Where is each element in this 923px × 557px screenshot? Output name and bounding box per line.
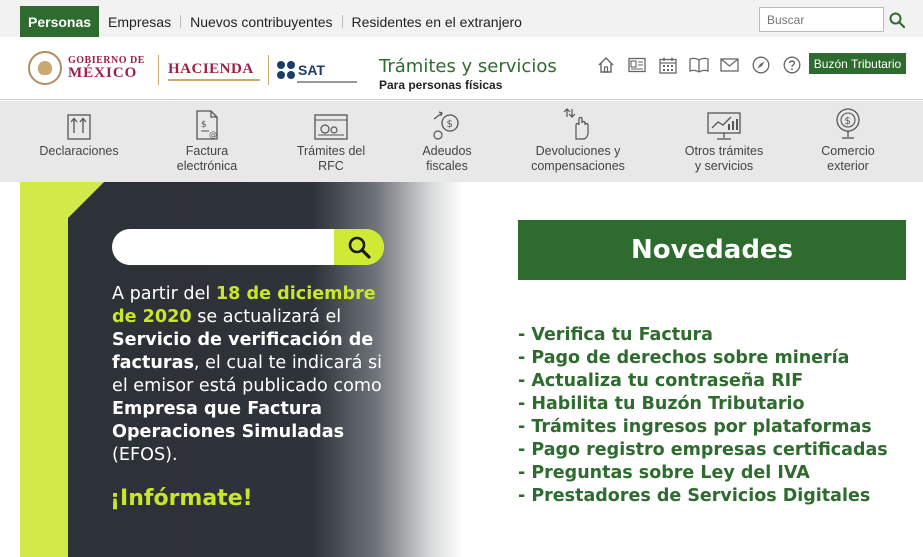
- svg-text:@: @: [209, 130, 217, 139]
- hacienda-underline: [168, 79, 260, 81]
- page-subtitle: Para personas físicas: [379, 78, 503, 92]
- hacienda-logo[interactable]: HACIENDA: [168, 61, 254, 78]
- rfc-icon: [314, 114, 348, 140]
- novedades-link[interactable]: - Pago registro empresas certificadas: [518, 439, 888, 462]
- page-title: Trámites y servicios: [379, 56, 557, 77]
- compass-icon[interactable]: [745, 54, 776, 76]
- banner-efos-name: Empresa que Factura Operaciones Simulada…: [112, 399, 345, 442]
- site-header: GOBIERNO DE MÉXICO HACIENDA SAT Trámites…: [0, 37, 923, 100]
- svg-text:$: $: [845, 116, 851, 127]
- search-icon: [348, 236, 371, 259]
- category-adeudos-fiscales[interactable]: $ Adeudos fiscales: [382, 101, 512, 182]
- category-nav: Declaraciones $ @ Factura electrónica Trá…: [0, 101, 923, 182]
- help-icon[interactable]: [776, 54, 807, 76]
- svg-text:$: $: [447, 119, 453, 130]
- category-declaraciones[interactable]: Declaraciones: [14, 101, 144, 182]
- novedades-link[interactable]: - Preguntas sobre Ley del IVA: [518, 462, 888, 485]
- nav-personas[interactable]: Personas: [20, 6, 100, 37]
- banner-accent-bar: [20, 182, 68, 557]
- nav-residentes-extranjero[interactable]: Residentes en el extranjero: [343, 6, 531, 37]
- declaraciones-icon: [67, 114, 91, 140]
- adeudos-icon: $: [433, 111, 459, 140]
- category-label: Trámites del RFC: [296, 144, 366, 173]
- buzon-tributario-button[interactable]: Buzón Tributario: [809, 53, 906, 74]
- novedades-link[interactable]: - Prestadores de Servicios Digitales: [518, 485, 888, 508]
- category-label: Factura electrónica: [176, 144, 238, 173]
- search-button[interactable]: [884, 7, 910, 32]
- escudo-icon: [28, 51, 62, 85]
- gob-line1: GOBIERNO DE: [68, 54, 145, 66]
- category-comercio-exterior[interactable]: $ Comercio exterior: [783, 101, 913, 182]
- logo-divider: [158, 55, 159, 85]
- audience-nav: Personas Empresas Nuevos contribuyentes …: [20, 6, 531, 37]
- gob-line2: MÉXICO: [68, 64, 138, 81]
- factura-icon: $@: [196, 110, 218, 140]
- sat-logo[interactable]: SAT: [277, 61, 325, 79]
- nav-empresas[interactable]: Empresas: [99, 6, 180, 37]
- novedades-link[interactable]: - Pago de derechos sobre minería: [518, 347, 888, 370]
- novedades-heading: Novedades: [518, 220, 906, 280]
- banner-cta-link[interactable]: ¡Infórmate!: [110, 486, 253, 511]
- search-input[interactable]: [759, 7, 884, 32]
- mail-icon[interactable]: [714, 54, 745, 76]
- svg-text:$: $: [201, 120, 207, 130]
- novedades-link[interactable]: - Habilita tu Buzón Tributario: [518, 393, 888, 416]
- category-label: Comercio exterior: [821, 144, 875, 173]
- search-icon: [889, 12, 905, 28]
- sat-dots-icon: [277, 61, 295, 79]
- comercio-exterior-icon: $: [836, 108, 860, 139]
- sat-wordmark: SAT: [298, 62, 325, 78]
- category-label: Declaraciones: [39, 144, 119, 158]
- novedades-link[interactable]: - Trámites ingresos por plataformas: [518, 416, 888, 439]
- banner-search-button[interactable]: [334, 229, 384, 265]
- nav-nuevos-contribuyentes[interactable]: Nuevos contribuyentes: [181, 6, 341, 37]
- header-icons: [590, 54, 807, 76]
- otros-tramites-icon: [707, 112, 741, 140]
- category-tramites-rfc[interactable]: Trámites del RFC: [266, 101, 396, 182]
- novedades-list: - Verifica tu Factura - Pago de derechos…: [518, 324, 888, 508]
- book-icon[interactable]: [683, 54, 714, 76]
- category-label: Devoluciones y compensaciones: [531, 144, 625, 173]
- home-icon[interactable]: [590, 54, 621, 76]
- top-bar: Personas Empresas Nuevos contribuyentes …: [0, 0, 923, 37]
- novedades-link[interactable]: - Verifica tu Factura: [518, 324, 888, 347]
- novedades-link[interactable]: - Actualiza tu contraseña RIF: [518, 370, 888, 393]
- category-label: Otros trámites y servicios: [684, 144, 764, 173]
- devoluciones-icon: [563, 108, 589, 140]
- category-devoluciones[interactable]: Devoluciones y compensaciones: [513, 101, 643, 182]
- category-otros-tramites[interactable]: Otros trámites y servicios: [659, 101, 789, 182]
- logo-divider: [268, 55, 269, 85]
- id-card-icon[interactable]: [621, 54, 652, 76]
- category-label: Adeudos fiscales: [422, 144, 472, 173]
- calendar-icon[interactable]: [652, 54, 683, 76]
- gobierno-mexico-logo[interactable]: GOBIERNO DE MÉXICO: [28, 51, 145, 85]
- category-factura-electronica[interactable]: $ @ Factura electrónica: [142, 101, 272, 182]
- sat-underline: [297, 81, 357, 83]
- banner-message: A partir del 18 de diciembre de 2020 se …: [112, 284, 383, 465]
